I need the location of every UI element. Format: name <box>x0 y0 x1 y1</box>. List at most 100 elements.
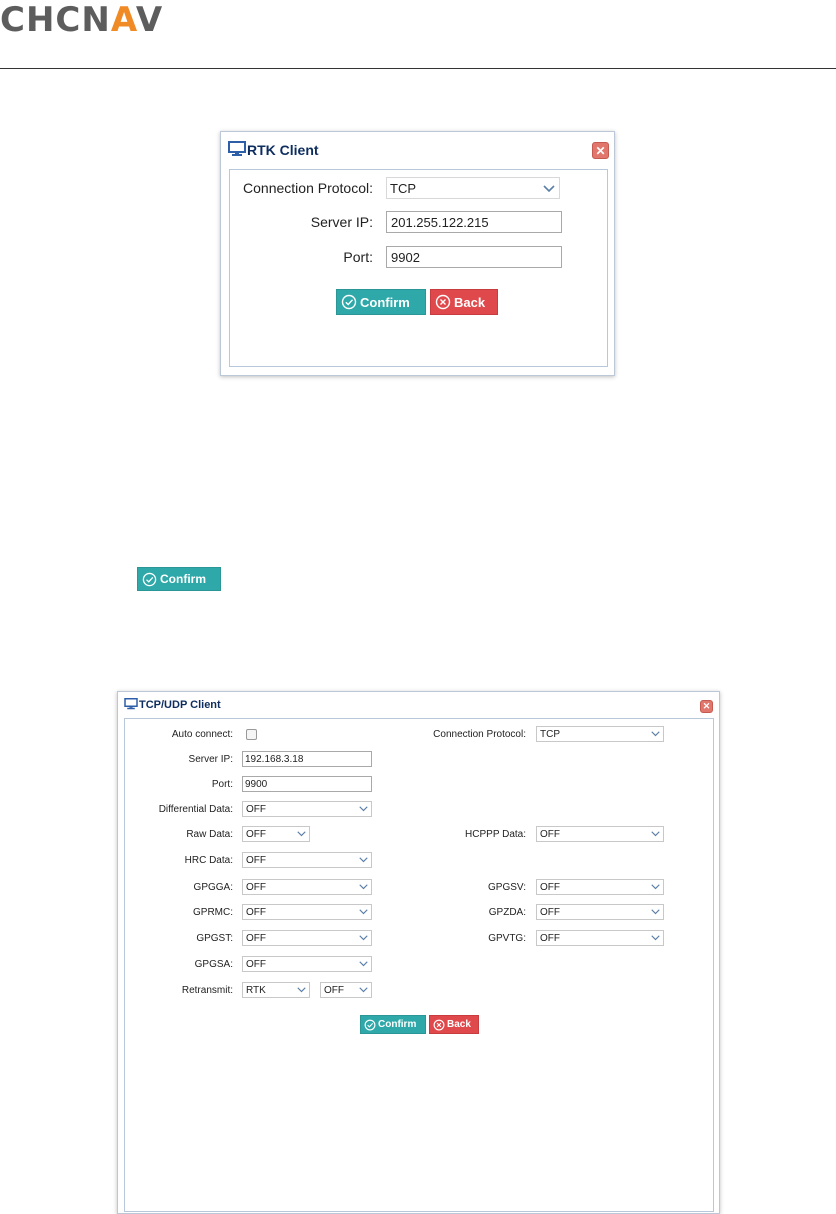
chevron-down-icon <box>359 855 368 866</box>
port-value: 9900 <box>245 778 268 790</box>
port-value: 9902 <box>391 249 420 265</box>
tcp-udp-client-dialog: TCP/UDP Client ✕ Auto connect: Server IP… <box>117 691 720 1214</box>
gpzda-value: OFF <box>540 906 560 918</box>
retransmit-type-value: RTK <box>246 984 266 996</box>
gpgsv-value: OFF <box>540 881 560 893</box>
connection-protocol-select[interactable]: TCP <box>536 726 664 742</box>
chcnav-logo: CHCNAV <box>0 0 163 40</box>
monitor-icon <box>124 697 138 713</box>
back-button[interactable]: Back <box>429 1015 479 1034</box>
hrc-data-value: OFF <box>246 854 266 866</box>
confirm-label: Confirm <box>360 294 410 310</box>
raw-data-label: Raw Data: <box>186 828 233 840</box>
port-input[interactable]: 9900 <box>242 776 372 792</box>
chevron-down-icon <box>651 907 660 918</box>
rtk-client-dialog: RTK Client ✕ Connection Protocol: TCP Se… <box>220 131 615 376</box>
back-label: Back <box>447 1019 471 1030</box>
x-circle-icon <box>435 294 451 310</box>
close-icon[interactable]: ✕ <box>700 700 713 713</box>
auto-connect-checkbox[interactable] <box>246 728 257 740</box>
dialog-title: RTK Client <box>247 142 319 158</box>
gprmc-select[interactable]: OFF <box>242 904 372 920</box>
confirm-button[interactable]: Confirm <box>360 1015 426 1034</box>
gpzda-label: GPZDA: <box>488 906 526 918</box>
connection-protocol-label: Connection Protocol: <box>433 728 526 740</box>
gpgst-value: OFF <box>246 932 266 944</box>
server-ip-input[interactable]: 201.255.122.215 <box>386 211 562 233</box>
chevron-down-icon <box>651 829 660 840</box>
check-circle-icon <box>364 1019 376 1031</box>
chevron-down-icon <box>297 985 306 996</box>
server-ip-input[interactable]: 192.168.3.18 <box>242 751 372 767</box>
gpgsa-value: OFF <box>246 958 266 970</box>
gpvtg-value: OFF <box>540 932 560 944</box>
dialog-title-bar: TCP/UDP Client <box>118 692 719 718</box>
confirm-button[interactable]: Confirm <box>336 289 426 315</box>
gpgga-select[interactable]: OFF <box>242 879 372 895</box>
gpgsa-select[interactable]: OFF <box>242 956 372 972</box>
chevron-down-icon <box>359 882 368 893</box>
dialog-title-bar: RTK Client <box>221 132 614 168</box>
gpgga-value: OFF <box>246 881 266 893</box>
gpgst-label: GPGST: <box>196 932 233 944</box>
retransmit-state-value: OFF <box>324 984 344 996</box>
gpzda-select[interactable]: OFF <box>536 904 664 920</box>
differential-data-label: Differential Data: <box>158 803 233 815</box>
differential-data-select[interactable]: OFF <box>242 801 372 817</box>
server-ip-label: Server IP: <box>310 214 373 230</box>
chevron-down-icon <box>543 181 555 196</box>
back-label: Back <box>454 294 486 310</box>
server-ip-label: Server IP: <box>188 753 233 765</box>
chevron-down-icon <box>651 729 660 740</box>
gprmc-value: OFF <box>246 906 266 918</box>
connection-protocol-value: TCP <box>540 728 560 740</box>
logo-text: CHCNAV <box>0 0 164 40</box>
raw-data-value: OFF <box>246 828 266 840</box>
hcppp-data-select[interactable]: OFF <box>536 826 664 842</box>
check-circle-icon <box>341 294 357 310</box>
monitor-icon <box>228 140 246 160</box>
inline-confirm-label: Confirm <box>160 572 206 586</box>
chevron-down-icon <box>651 882 660 893</box>
differential-data-value: OFF <box>246 803 266 815</box>
protocol-value: TCP <box>390 180 416 196</box>
hcppp-data-label: HCPPP Data: <box>465 828 526 840</box>
gpvtg-label: GPVTG: <box>488 932 526 944</box>
gpgsv-select[interactable]: OFF <box>536 879 664 895</box>
protocol-select[interactable]: TCP <box>386 177 560 199</box>
chevron-down-icon <box>359 959 368 970</box>
gpgga-label: GPGGA: <box>193 881 233 893</box>
port-label: Port: <box>343 249 373 265</box>
chevron-down-icon <box>359 985 368 996</box>
header-divider <box>0 68 836 69</box>
port-input[interactable]: 9902 <box>386 246 562 268</box>
chevron-down-icon <box>359 804 368 815</box>
port-label: Port: <box>211 778 233 790</box>
gprmc-label: GPRMC: <box>193 906 233 918</box>
hrc-data-label: HRC Data: <box>184 854 233 866</box>
retransmit-type-select[interactable]: RTK <box>242 982 310 998</box>
auto-connect-label: Auto connect: <box>171 728 233 740</box>
confirm-label: Confirm <box>378 1019 417 1030</box>
gpvtg-select[interactable]: OFF <box>536 930 664 946</box>
x-circle-icon <box>433 1019 445 1031</box>
chevron-down-icon <box>297 829 306 840</box>
close-icon[interactable]: ✕ <box>592 142 609 159</box>
retransmit-label: Retransmit: <box>181 984 233 996</box>
server-ip-value: 192.168.3.18 <box>245 753 304 765</box>
check-circle-icon <box>142 572 157 587</box>
chevron-down-icon <box>651 933 660 944</box>
hrc-data-select[interactable]: OFF <box>242 852 372 868</box>
inline-confirm-button[interactable]: Confirm <box>137 567 221 591</box>
raw-data-select[interactable]: OFF <box>242 826 310 842</box>
gpgst-select[interactable]: OFF <box>242 930 372 946</box>
gpgsa-label: GPGSA: <box>194 958 233 970</box>
gpgsv-label: GPGSV: <box>488 881 526 893</box>
retransmit-state-select[interactable]: OFF <box>320 982 372 998</box>
dialog-title: TCP/UDP Client <box>139 699 221 711</box>
chevron-down-icon <box>359 907 368 918</box>
chevron-down-icon <box>359 933 368 944</box>
server-ip-value: 201.255.122.215 <box>391 214 489 230</box>
back-button[interactable]: Back <box>430 289 498 315</box>
hcppp-data-value: OFF <box>540 828 560 840</box>
